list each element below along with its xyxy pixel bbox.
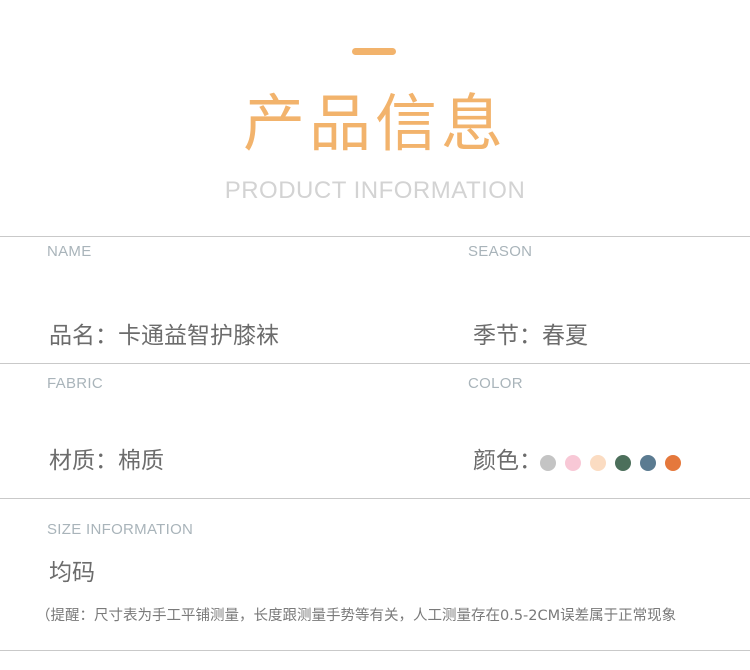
season-value: 季节：春夏 xyxy=(473,323,588,349)
divider-3 xyxy=(0,498,750,499)
size-label: SIZE INFORMATION xyxy=(47,521,194,538)
fabric-label: FABRIC xyxy=(47,375,103,392)
accent-bar xyxy=(352,48,396,55)
page-title: 产品信息 xyxy=(242,87,507,160)
season-label: SEASON xyxy=(468,243,533,260)
color-swatch-3 xyxy=(590,455,606,471)
name-label: NAME xyxy=(47,243,92,260)
page-subtitle: PRODUCT INFORMATION xyxy=(224,177,526,204)
color-label: COLOR xyxy=(468,375,523,392)
divider-2 xyxy=(0,363,750,364)
color-swatch-6 xyxy=(665,455,681,471)
color-swatch-4 xyxy=(615,455,631,471)
color-value: 颜色： xyxy=(473,448,542,474)
color-swatch-2 xyxy=(565,455,581,471)
color-swatches xyxy=(540,455,681,471)
color-swatch-5 xyxy=(640,455,656,471)
divider-1 xyxy=(0,236,750,237)
size-value: 均码 xyxy=(49,560,95,586)
color-swatch-1 xyxy=(540,455,556,471)
name-value: 品名：卡通益智护膝袜 xyxy=(49,323,279,349)
divider-4 xyxy=(0,650,750,651)
fabric-value: 材质：棉质 xyxy=(49,448,164,474)
measurement-note: （提醒：尺寸表为手工平铺测量，长度跟测量手势等有关，人工测量存在0.5-2CM误… xyxy=(36,608,677,624)
